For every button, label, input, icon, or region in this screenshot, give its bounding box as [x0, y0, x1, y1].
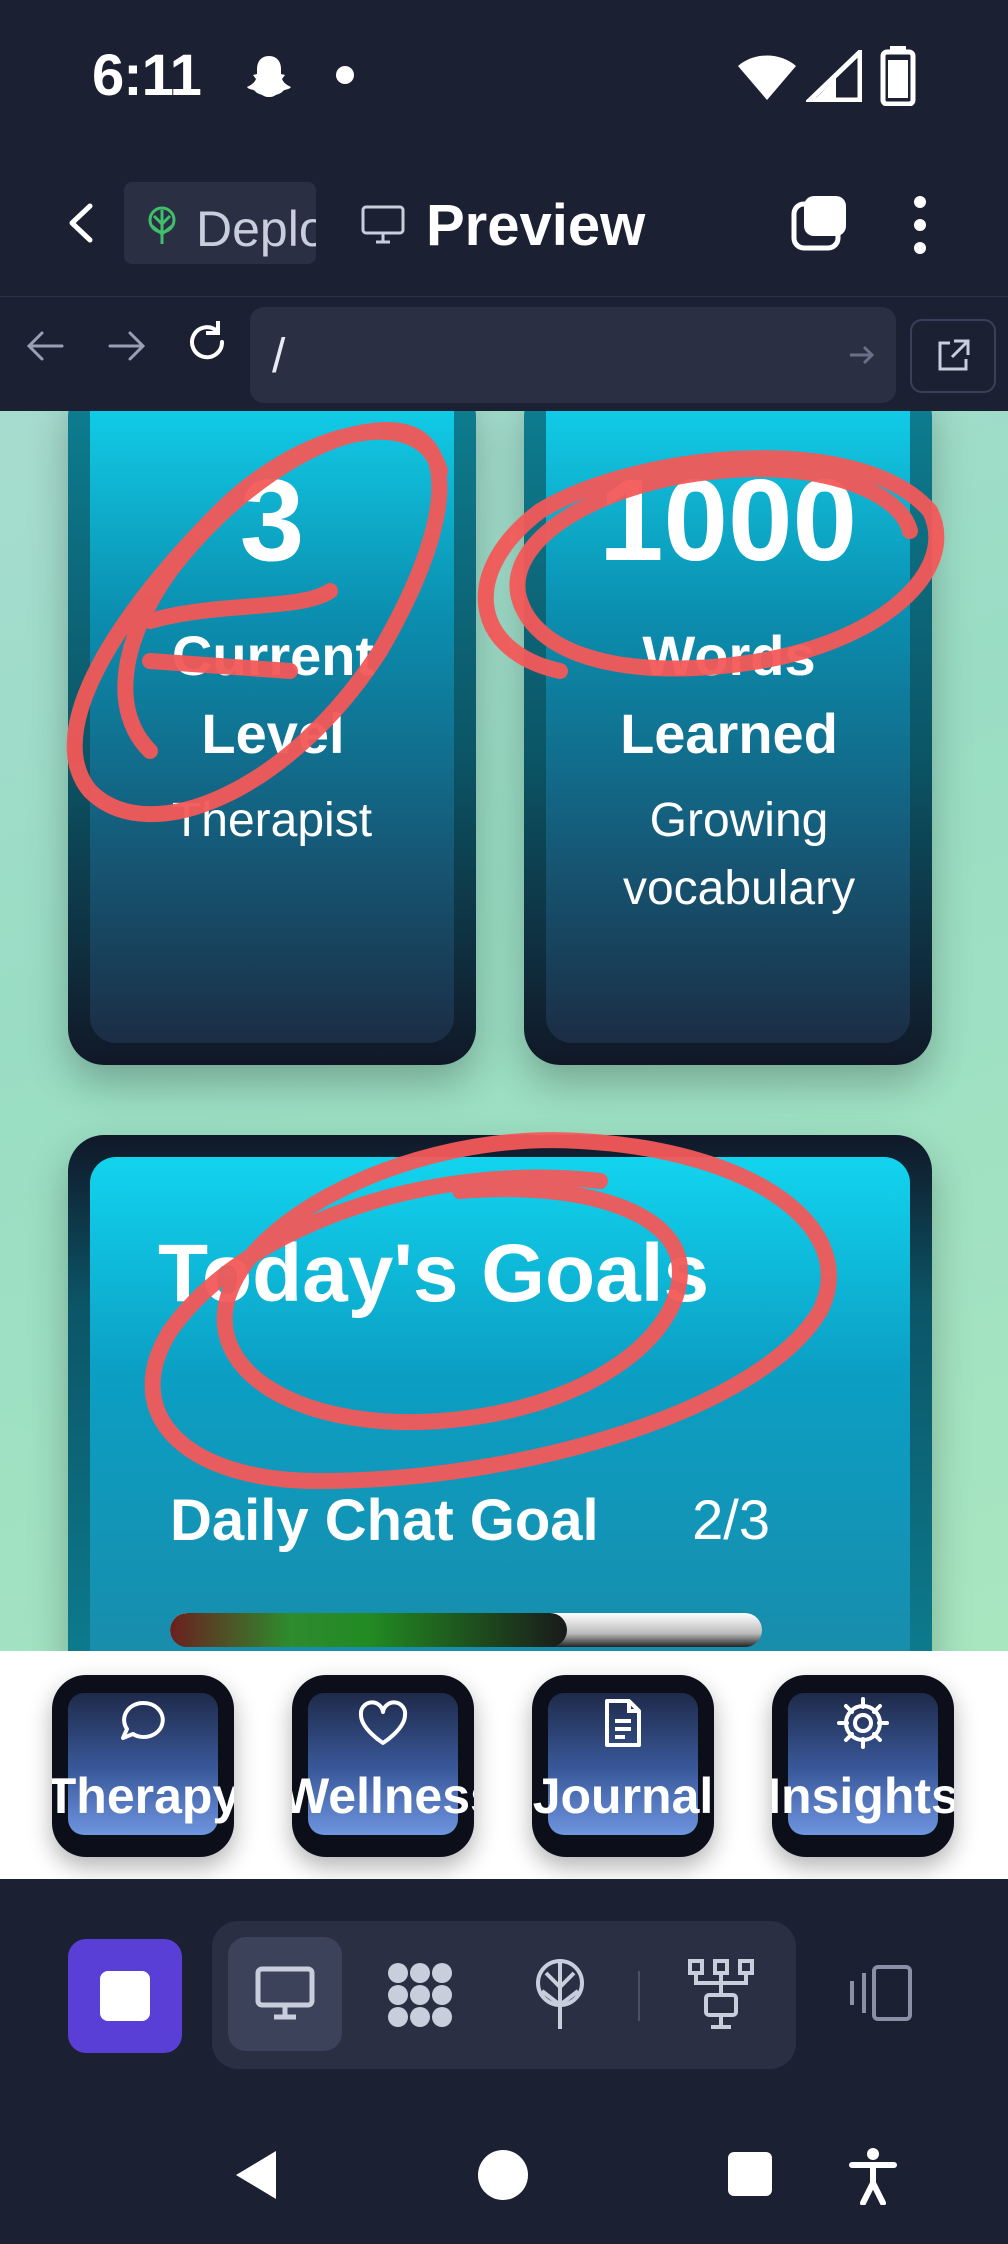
app-bottom-nav: Therapy Wellness Journal Insights	[0, 1651, 1008, 1879]
nav-wellness-button[interactable]: Wellness	[292, 1675, 474, 1857]
document-icon	[605, 1699, 641, 1747]
accessibility-icon[interactable]	[848, 2147, 898, 2205]
view-switcher	[212, 1921, 796, 2069]
nav-wellness-label: Wellness	[292, 1768, 474, 1824]
reload-icon[interactable]	[182, 317, 232, 367]
nav-journal-button[interactable]: Journal	[532, 1675, 714, 1857]
system-back-icon[interactable]	[230, 2147, 282, 2203]
monitor-icon	[255, 1966, 315, 2020]
arrow-right-icon[interactable]	[104, 323, 150, 369]
notification-dot-icon	[336, 66, 354, 84]
toolbar-divider	[638, 1971, 640, 2021]
system-home-icon[interactable]	[478, 2150, 528, 2200]
tab-preview-label: Preview	[426, 193, 646, 258]
browser-tab-bar: Deploy Preview	[0, 150, 1008, 296]
monitor-icon	[361, 205, 405, 244]
nav-insights-label: Insights	[772, 1768, 954, 1824]
url-input[interactable]: /	[250, 307, 896, 403]
annotation-scribbles	[66, 422, 945, 1490]
snapchat-icon	[247, 56, 291, 97]
go-arrow-icon[interactable]	[846, 339, 878, 371]
nav-therapy-label: Therapy	[52, 1768, 234, 1824]
url-bar: /	[0, 296, 1008, 412]
preview-view-button[interactable]	[228, 1937, 342, 2051]
network-icon[interactable]	[686, 1957, 756, 2033]
scribble-words	[477, 450, 945, 679]
tab-deploy[interactable]: Deploy	[124, 182, 316, 264]
external-link-icon	[938, 339, 970, 371]
arrow-left-icon[interactable]	[22, 323, 68, 369]
status-bar: 6:11	[0, 0, 1008, 150]
agent-blob-icon[interactable]	[384, 1959, 456, 2031]
wifi-icon	[738, 55, 796, 100]
chevron-left-icon[interactable]	[58, 198, 108, 248]
system-recents-icon[interactable]	[728, 2152, 772, 2196]
deploy-tree-icon	[148, 206, 176, 244]
device-layout-icon[interactable]	[846, 1963, 916, 2023]
signal-icon	[806, 50, 862, 102]
deploy-tree-icon[interactable]	[530, 1957, 590, 2033]
nav-journal-label: Journal	[532, 1768, 714, 1824]
stop-button[interactable]	[68, 1939, 182, 2053]
nav-therapy-button[interactable]: Therapy	[52, 1675, 234, 1857]
scribble-level	[66, 422, 448, 822]
scribble-goals	[144, 1132, 837, 1490]
open-external-button[interactable]	[910, 319, 996, 393]
workspace-toolbar	[0, 1879, 1008, 2099]
battery-icon	[880, 46, 916, 106]
status-time: 6:11	[92, 43, 202, 108]
tabs-switcher-icon[interactable]	[790, 192, 850, 252]
heart-icon	[358, 1700, 408, 1745]
app-preview: 3 Current Level Therapist 1000 Words Lea…	[0, 411, 1008, 1651]
system-nav-bar	[0, 2089, 1008, 2244]
tab-deploy-label: Deploy	[196, 201, 316, 257]
more-vertical-icon[interactable]	[902, 192, 938, 258]
scribble-level-2	[142, 583, 338, 679]
nav-insights-button[interactable]: Insights	[772, 1675, 954, 1857]
gear-icon	[837, 1697, 889, 1749]
url-text: /	[272, 330, 286, 383]
chat-bubble-icon	[121, 1700, 165, 1740]
